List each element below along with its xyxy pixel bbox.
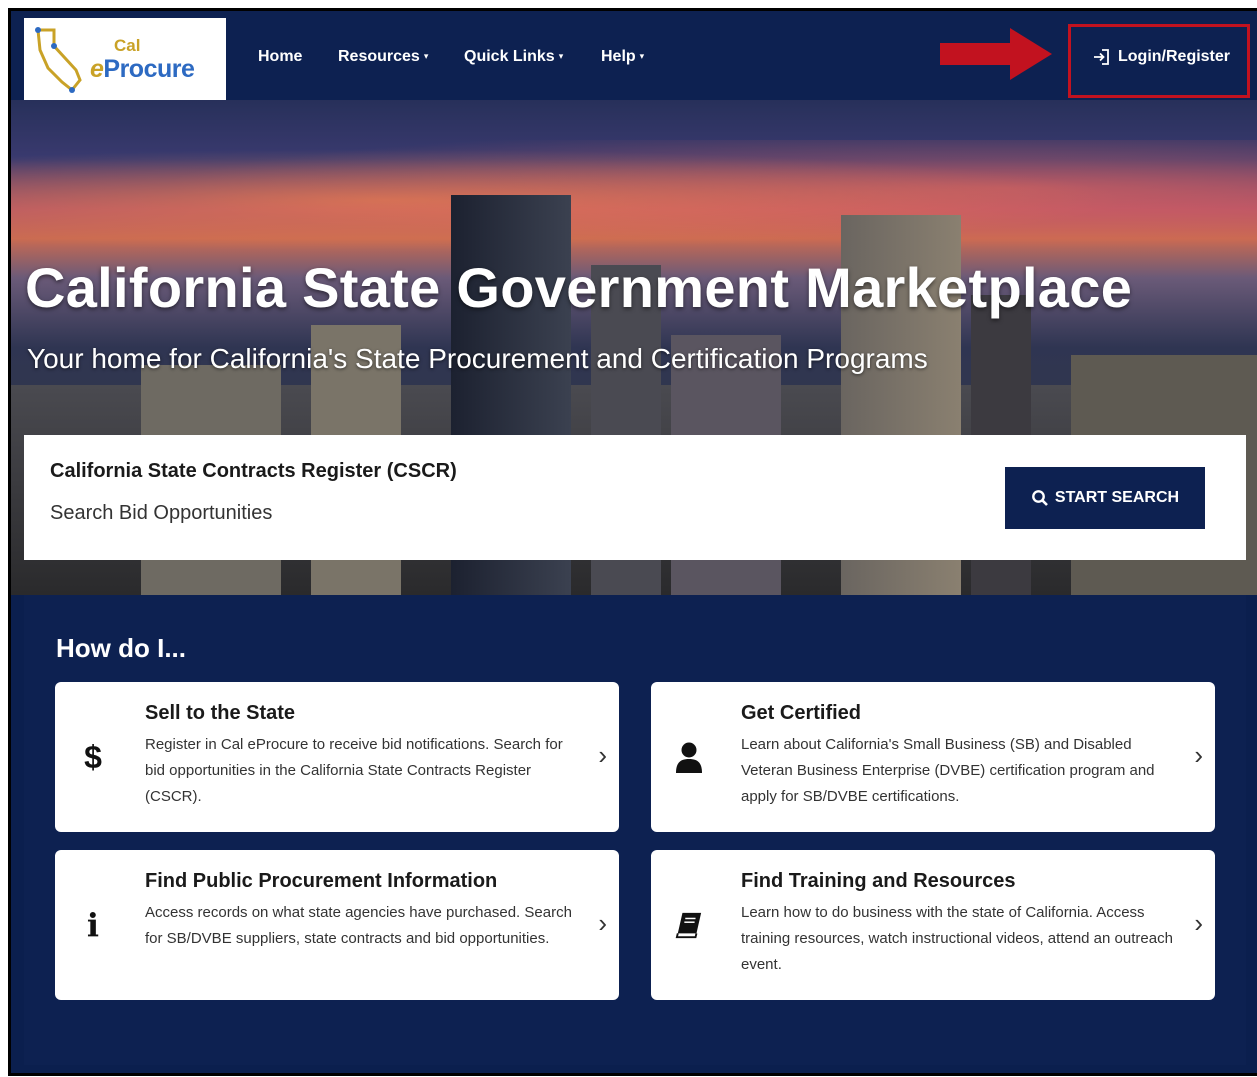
card-find-public-procurement-information[interactable]: i Find Public Procurement Information Ac… [55, 850, 619, 1000]
nav-quick-links[interactable]: Quick Links ▾ [464, 48, 563, 66]
chevron-right-icon: › [598, 740, 607, 770]
card-sell-to-the-state[interactable]: $ Sell to the State Register in Cal ePro… [55, 682, 619, 832]
card-title: Find Public Procurement Information [145, 870, 498, 892]
search-icon [1032, 490, 1048, 506]
card-description: Access records on what state agencies ha… [145, 904, 572, 947]
cscr-search-panel: California State Contracts Register (CSC… [24, 435, 1246, 560]
chevron-down-icon: ▾ [639, 51, 645, 62]
user-icon [675, 738, 703, 776]
red-arrow-annotation-icon [940, 28, 1052, 80]
nav-home[interactable]: Home [258, 48, 302, 66]
book-icon [675, 906, 703, 944]
start-search-label: START SEARCH [1054, 489, 1180, 506]
nav-resources[interactable]: Resources ▾ [338, 48, 428, 66]
login-register-label: Login/Register [1118, 48, 1231, 65]
card-find-training-and-resources[interactable]: Find Training and Resources Learn how to… [651, 850, 1215, 1000]
card-description: Register in Cal eProcure to receive bid … [145, 736, 563, 805]
card-title: Sell to the State [145, 702, 296, 724]
info-icon: i [86, 906, 100, 944]
chevron-right-icon: › [1194, 908, 1203, 938]
how-do-i-title: How do I... [56, 633, 186, 663]
card-title: Find Training and Resources [741, 870, 1016, 892]
california-outline-icon [35, 27, 82, 93]
cal-eprocure-logo[interactable]: Cal eProcure [24, 18, 226, 100]
nav-home-label: Home [258, 48, 303, 65]
chevron-right-icon: › [598, 908, 607, 938]
chevron-down-icon: ▾ [558, 51, 564, 62]
card-get-certified[interactable]: Get Certified Learn about California's S… [651, 682, 1215, 832]
dollar-icon: $ [84, 738, 102, 775]
card-description: Learn how to do business with the state … [741, 904, 1173, 973]
cscr-subtitle: Search Bid Opportunities [50, 502, 273, 524]
logo-eprocure-text: eProcure [90, 55, 195, 83]
login-register-link[interactable]: Login/Register [1092, 48, 1230, 66]
nav-quick-links-label: Quick Links [464, 48, 555, 65]
card-title: Get Certified [741, 702, 862, 724]
how-do-i-section: How do I... $ Sell to the State Register… [24, 595, 1246, 1065]
start-search-button[interactable]: START SEARCH [1005, 467, 1205, 529]
nav-resources-label: Resources [338, 48, 420, 65]
sunset-sky [11, 140, 1257, 260]
hero-subtitle: Your home for California's State Procure… [27, 343, 928, 374]
logo-cal-text: Cal [114, 36, 141, 55]
nav-help-label: Help [601, 48, 636, 65]
card-description: Learn about California's Small Business … [741, 736, 1155, 805]
chevron-right-icon: › [1194, 740, 1203, 770]
nav-help[interactable]: Help ▾ [601, 48, 644, 66]
cscr-title: California State Contracts Register (CSC… [50, 460, 457, 482]
hero-title: California State Government Marketplace [25, 256, 1133, 319]
sign-in-icon [1094, 49, 1109, 65]
chevron-down-icon: ▾ [423, 51, 429, 62]
